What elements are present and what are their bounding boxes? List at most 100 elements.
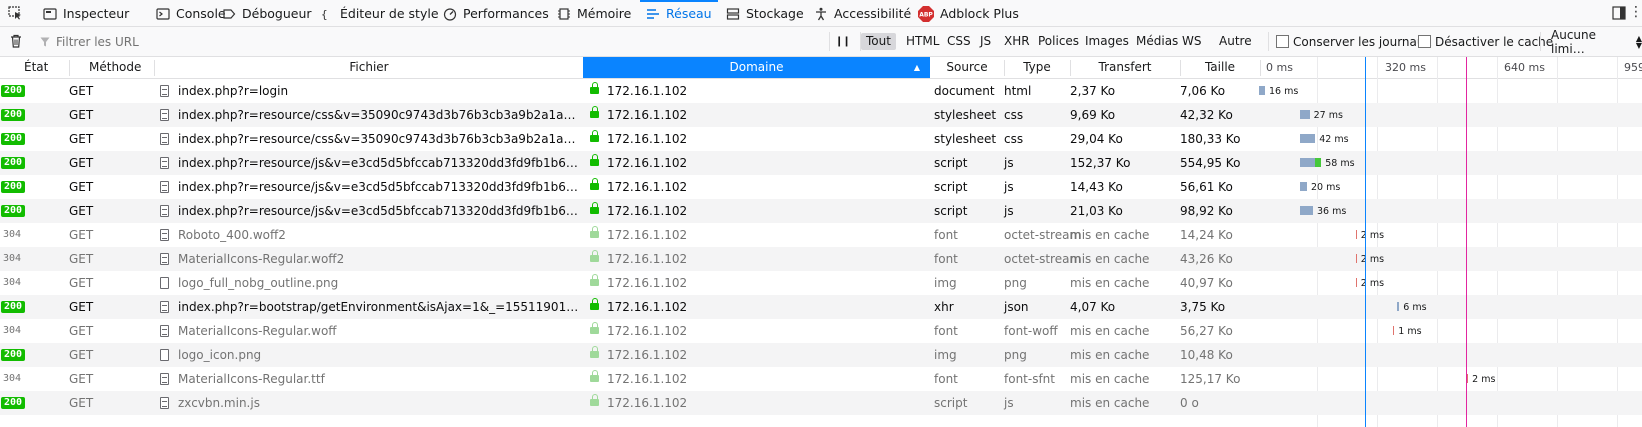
timing-bar bbox=[1299, 158, 1322, 167]
timing-bar bbox=[1299, 182, 1307, 191]
domain-cell: 172.16.1.102 bbox=[607, 396, 688, 410]
timing-bar bbox=[1355, 278, 1357, 287]
tab-debugger[interactable]: Débogueur bbox=[222, 0, 312, 27]
cause-cell: font bbox=[934, 372, 958, 386]
trash-icon[interactable] bbox=[9, 34, 23, 48]
file-icon bbox=[160, 373, 169, 385]
table-row[interactable]: 304 GET MaterialIcons-Regular.woff 172.16.1… bbox=[0, 319, 1642, 343]
tab-style-editor[interactable]: { } Éditeur de style bbox=[320, 0, 439, 27]
column-separator[interactable] bbox=[69, 60, 70, 76]
filter-type-css[interactable]: CSS bbox=[942, 33, 976, 50]
filter-type-tout[interactable]: Tout bbox=[861, 33, 896, 50]
size-cell: 0 o bbox=[1180, 396, 1199, 410]
table-row[interactable]: 304 GET MaterialIcons-Regular.ttf 172.16.1.… bbox=[0, 367, 1642, 391]
filter-type-polices[interactable]: Polices bbox=[1033, 33, 1084, 50]
url-filter[interactable]: Filtrer les URL bbox=[40, 27, 139, 56]
file-cell: index.php?r=resource/css&v=35090c9743d3b… bbox=[178, 108, 580, 122]
toolbar-divider bbox=[829, 32, 830, 51]
table-row[interactable]: 304 GET MaterialIcons-Regular.woff2 172.16.… bbox=[0, 247, 1642, 271]
table-row[interactable]: 200 GET logo_icon.png 172.16.1.102 img png mis… bbox=[0, 343, 1642, 367]
type-cell: html bbox=[1004, 84, 1032, 98]
transfer-cell: 9,69 Ko bbox=[1070, 108, 1116, 122]
lock-icon bbox=[590, 226, 599, 238]
file-cell: logo_full_nobg_outline.png bbox=[178, 276, 339, 290]
filter-type-xhr[interactable]: XHR bbox=[999, 33, 1035, 50]
cause-cell: document bbox=[934, 84, 995, 98]
filter-type-autre[interactable]: Autre bbox=[1214, 33, 1257, 50]
table-row[interactable]: 200 GET index.php?r=resource/js&v=e3cd5d5b… bbox=[0, 175, 1642, 199]
table-row[interactable]: 200 GET index.php?r=login 172.16.1.102 docum… bbox=[0, 79, 1642, 103]
tab-performance[interactable]: Performances bbox=[443, 0, 549, 27]
load-event-line bbox=[1466, 57, 1467, 427]
filter-type-médias[interactable]: Médias bbox=[1131, 33, 1183, 50]
column-separator[interactable] bbox=[1260, 60, 1261, 76]
file-cell: index.php?r=resource/js&v=e3cd5d5bfccab7… bbox=[178, 180, 580, 194]
memory-icon bbox=[557, 7, 571, 21]
header-method[interactable]: Méthode bbox=[89, 57, 141, 78]
tab-storage[interactable]: Stockage bbox=[726, 0, 804, 27]
domain-cell: 172.16.1.102 bbox=[607, 204, 688, 218]
status-badge: 200 bbox=[1, 349, 25, 361]
file-icon bbox=[160, 109, 169, 121]
file-cell: zxcvbn.min.js bbox=[178, 396, 260, 410]
lock-icon bbox=[590, 370, 599, 382]
header-transfer[interactable]: Transfert bbox=[1070, 57, 1180, 78]
type-cell: font-woff bbox=[1004, 324, 1058, 338]
lock-icon bbox=[590, 346, 599, 358]
method-cell: GET bbox=[69, 300, 94, 314]
file-icon bbox=[160, 325, 169, 337]
timing-label: 42 ms bbox=[1319, 134, 1349, 145]
tab-adblock-plus[interactable]: ABP Adblock Plus bbox=[918, 0, 1019, 27]
size-cell: 10,48 Ko bbox=[1180, 348, 1233, 362]
table-row[interactable]: 200 GET index.php?r=resource/css&v=35090c9… bbox=[0, 103, 1642, 127]
table-row[interactable]: 200 GET zxcvbn.min.js 172.16.1.102 script js m… bbox=[0, 391, 1642, 415]
header-status[interactable]: État bbox=[24, 57, 48, 78]
timing-bar bbox=[1467, 374, 1469, 383]
lock-icon bbox=[590, 82, 599, 94]
tab-memory[interactable]: Mémoire bbox=[557, 0, 631, 27]
devtools-tab-bar: Inspecteur Console Débogueur { } Éditeur de … bbox=[0, 0, 1642, 27]
filter-type-images[interactable]: Images bbox=[1080, 33, 1134, 50]
dom-content-loaded-line bbox=[1365, 57, 1367, 427]
pause-button[interactable]: ❙❙ bbox=[835, 27, 851, 56]
file-icon bbox=[160, 349, 169, 361]
disable-cache-checkbox[interactable]: Désactiver le cache bbox=[1418, 27, 1553, 56]
filter-type-js[interactable]: JS bbox=[975, 33, 996, 50]
throttling-select[interactable]: Aucune limi… ▲ ▼ bbox=[1551, 27, 1642, 56]
dock-side-icon[interactable] bbox=[1612, 6, 1626, 20]
header-type[interactable]: Type bbox=[1004, 57, 1070, 78]
disable-cache-label: Désactiver le cache bbox=[1435, 34, 1554, 49]
checkbox-box[interactable] bbox=[1418, 35, 1431, 48]
header-cause[interactable]: Source bbox=[930, 57, 1004, 78]
domain-cell: 172.16.1.102 bbox=[607, 84, 688, 98]
size-cell: 56,61 Ko bbox=[1180, 180, 1233, 194]
header-domain[interactable]: Domaine ▲ bbox=[583, 57, 930, 78]
debugger-icon bbox=[222, 7, 236, 21]
status-badge: 200 bbox=[1, 157, 25, 169]
method-cell: GET bbox=[69, 324, 94, 338]
timeline-tick: 640 ms bbox=[1504, 61, 1545, 74]
tab-accessibility[interactable]: Accessibilité bbox=[814, 0, 911, 27]
header-size[interactable]: Taille bbox=[1180, 57, 1260, 78]
element-picker-icon[interactable] bbox=[8, 6, 22, 20]
more-menu-icon[interactable]: ⋮ bbox=[1629, 5, 1642, 19]
table-row[interactable]: 304 GET logo_full_nobg_outline.png 172.16.1… bbox=[0, 271, 1642, 295]
tab-label: Adblock Plus bbox=[940, 6, 1019, 21]
checkbox-box[interactable] bbox=[1276, 35, 1289, 48]
tab-inspector[interactable]: Inspecteur bbox=[43, 0, 129, 27]
table-row[interactable]: 200 GET index.php?r=resource/js&v=e3cd5d5b… bbox=[0, 151, 1642, 175]
table-row[interactable]: 200 GET index.php?r=resource/css&v=35090c9… bbox=[0, 127, 1642, 151]
method-cell: GET bbox=[69, 252, 94, 266]
tab-network[interactable]: Réseau bbox=[640, 0, 718, 27]
filter-type-ws[interactable]: WS bbox=[1177, 33, 1206, 50]
header-file[interactable]: Fichier bbox=[155, 57, 583, 78]
table-row[interactable]: 200 GET index.php?r=resource/js&v=e3cd5d5b… bbox=[0, 199, 1642, 223]
method-cell: GET bbox=[69, 348, 94, 362]
timing-bar bbox=[1299, 206, 1313, 215]
filter-type-html[interactable]: HTML bbox=[901, 33, 944, 50]
tab-console[interactable]: Console bbox=[156, 0, 226, 27]
status-badge: 304 bbox=[3, 373, 22, 384]
table-row[interactable]: 304 GET Roboto_400.woff2 172.16.1.102 font oc… bbox=[0, 223, 1642, 247]
persist-logs-checkbox[interactable]: Conserver les journaux bbox=[1276, 27, 1432, 56]
table-row[interactable]: 200 GET index.php?r=bootstrap/getEnvironme… bbox=[0, 295, 1642, 319]
